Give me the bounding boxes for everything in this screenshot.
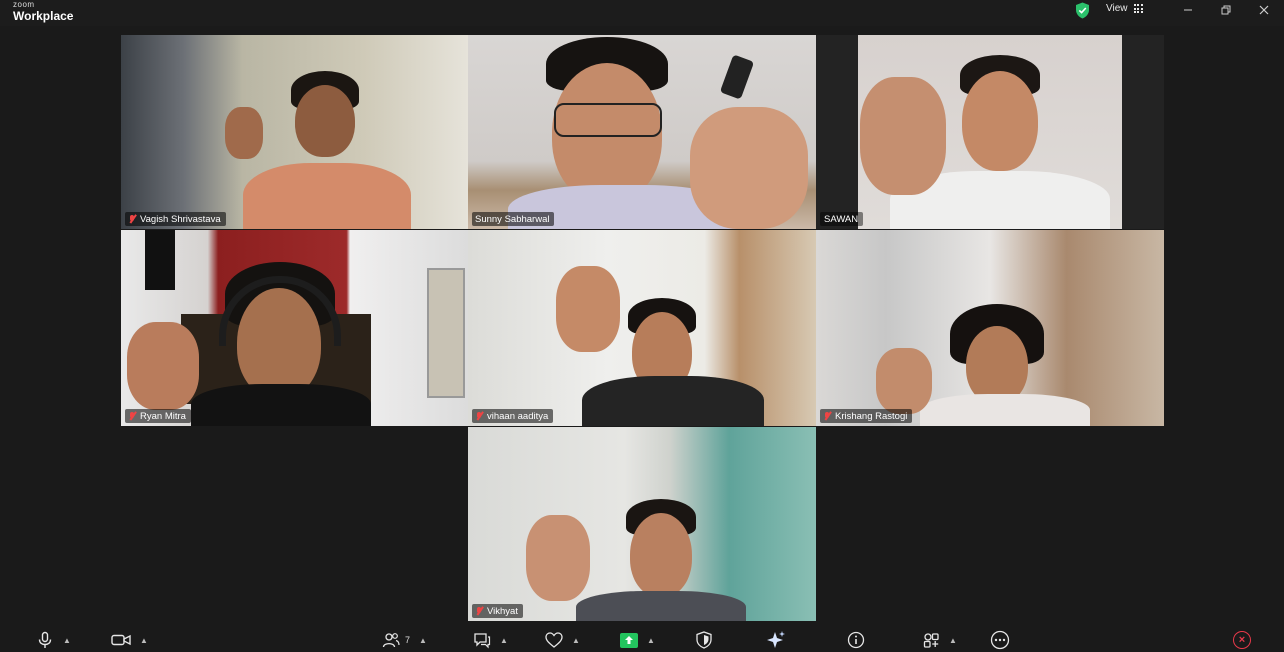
chevron-up-icon[interactable]: ▲ xyxy=(647,636,655,645)
ai-companion-button[interactable] xyxy=(766,629,786,651)
participant-body xyxy=(576,591,746,621)
zoom-workplace-logo: zoom Workplace xyxy=(13,0,74,23)
security-icon xyxy=(696,631,712,649)
restore-button[interactable] xyxy=(1206,0,1246,20)
participant-name: Vikhyat xyxy=(487,605,518,617)
chevron-up-icon[interactable]: ▲ xyxy=(419,636,427,645)
close-window-button[interactable] xyxy=(1244,0,1284,20)
participant-name-tag: vihaan aaditya xyxy=(472,409,554,423)
video-camera-icon xyxy=(111,634,131,646)
apps-button[interactable]: ▲ xyxy=(922,629,957,651)
participant-face xyxy=(630,513,692,597)
video-tile-sawan[interactable]: SAWAN xyxy=(816,35,1164,229)
title-bar: zoom Workplace View xyxy=(0,0,1284,26)
participant-name-tag: Krishang Rastogi xyxy=(820,409,913,423)
participants-icon xyxy=(382,633,400,648)
participant-name-tag: SAWAN xyxy=(820,212,864,226)
video-tile-krishang[interactable]: Krishang Rastogi xyxy=(816,230,1164,426)
share-screen-icon xyxy=(620,632,638,648)
chevron-up-icon[interactable]: ▲ xyxy=(949,636,957,645)
end-meeting-button[interactable]: × xyxy=(1233,631,1251,649)
participant-face xyxy=(295,85,355,157)
video-tile-ryan[interactable]: Ryan Mitra xyxy=(121,230,468,426)
participant-hand xyxy=(526,515,590,601)
ai-companion-icon xyxy=(767,631,785,648)
participant-body xyxy=(191,384,371,426)
muted-mic-icon xyxy=(128,411,137,421)
video-gallery: Vagish Shrivastava Sunny Sabharwal SAWAN xyxy=(0,26,1284,626)
participant-hand xyxy=(556,266,620,352)
participant-hand xyxy=(225,107,263,159)
participant-hand xyxy=(860,77,946,195)
close-icon xyxy=(1259,5,1269,15)
glasses xyxy=(554,103,662,137)
info-icon xyxy=(847,631,865,649)
participants-button[interactable]: 7 ▲ xyxy=(382,629,427,651)
more-icon xyxy=(990,630,1010,650)
restore-icon xyxy=(1221,5,1231,15)
participant-hand xyxy=(876,348,932,414)
video-button[interactable]: ▲ xyxy=(111,629,148,651)
video-tile-vagish[interactable]: Vagish Shrivastava xyxy=(121,35,468,229)
participant-name: SAWAN xyxy=(824,213,859,225)
share-screen-button[interactable]: ▲ xyxy=(620,629,655,651)
air-conditioner xyxy=(427,268,465,398)
participant-name: Ryan Mitra xyxy=(140,410,186,422)
muted-mic-icon xyxy=(823,411,832,421)
chat-button[interactable]: ▲ xyxy=(473,629,508,651)
minimize-icon xyxy=(1184,9,1192,11)
participant-body xyxy=(582,376,764,426)
apps-icon xyxy=(923,633,939,648)
video-tile-vikhyat[interactable]: Vikhyat xyxy=(468,427,816,621)
audio-button[interactable]: ▲ xyxy=(36,629,71,651)
participant-name-tag: Sunny Sabharwal xyxy=(472,212,555,226)
reactions-icon xyxy=(545,632,563,648)
muted-mic-icon xyxy=(475,606,484,616)
participant-hand xyxy=(690,107,808,229)
brand-workplace-text: Workplace xyxy=(13,9,74,23)
security-shield-icon[interactable] xyxy=(1075,2,1090,19)
chat-icon xyxy=(474,633,491,649)
brand-zoom-text: zoom xyxy=(13,0,35,9)
security-button[interactable] xyxy=(695,629,713,651)
video-tile-sunny-active-speaker[interactable]: Sunny Sabharwal xyxy=(468,35,816,229)
muted-mic-icon xyxy=(475,411,484,421)
end-icon: × xyxy=(1238,634,1246,646)
participant-name: Vagish Shrivastava xyxy=(140,213,221,225)
reactions-button[interactable]: ▲ xyxy=(545,629,580,651)
participant-name-tag: Vagish Shrivastava xyxy=(125,212,226,226)
participant-name: Sunny Sabharwal xyxy=(475,213,550,225)
participant-face xyxy=(966,326,1028,404)
view-label: View xyxy=(1106,3,1128,14)
wall-decor xyxy=(145,230,175,290)
participants-count: 7 xyxy=(405,635,411,645)
meeting-toolbar: ▲ ▲ 7 ▲ ▲ ▲ ▲ ▲ × xyxy=(0,626,1284,652)
participant-hand xyxy=(127,322,199,410)
chevron-up-icon[interactable]: ▲ xyxy=(63,636,71,645)
participant-name: Krishang Rastogi xyxy=(835,410,908,422)
chevron-up-icon[interactable]: ▲ xyxy=(140,636,148,645)
participant-name: vihaan aaditya xyxy=(487,410,549,422)
minimize-button[interactable] xyxy=(1168,0,1208,20)
view-button[interactable]: View xyxy=(1106,3,1144,14)
chevron-up-icon[interactable]: ▲ xyxy=(572,636,580,645)
microphone-icon xyxy=(38,631,52,648)
participant-body xyxy=(920,394,1090,426)
muted-mic-icon xyxy=(128,214,137,224)
meeting-info-button[interactable] xyxy=(847,629,865,651)
participant-name-tag: Ryan Mitra xyxy=(125,409,191,423)
video-tile-vihaan[interactable]: vihaan aaditya xyxy=(468,230,816,426)
gallery-grid-icon xyxy=(1133,4,1144,13)
participant-name-tag: Vikhyat xyxy=(472,604,523,618)
participant-body xyxy=(243,163,411,229)
participant-face xyxy=(962,71,1038,171)
more-button[interactable] xyxy=(990,629,1010,651)
chevron-up-icon[interactable]: ▲ xyxy=(500,636,508,645)
